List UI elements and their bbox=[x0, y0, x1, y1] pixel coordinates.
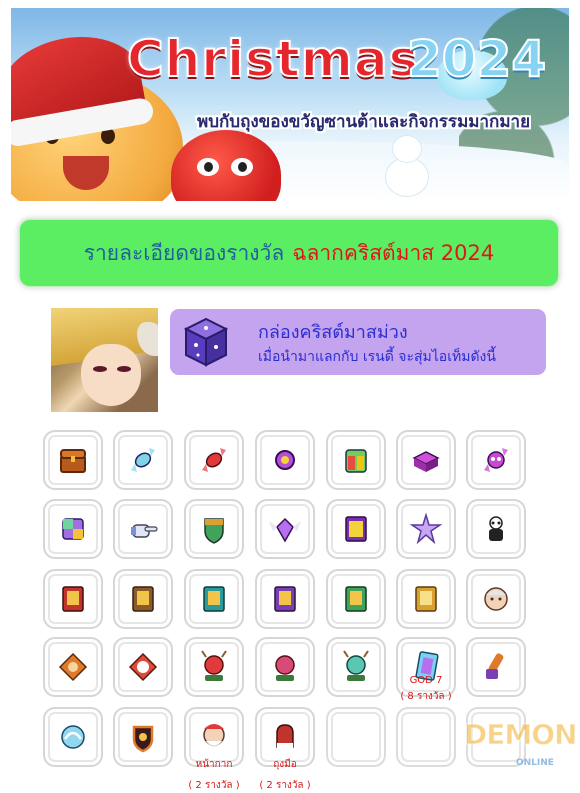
reward-slot bbox=[255, 569, 315, 629]
empty-reward-slot bbox=[326, 707, 386, 767]
treasure-chest-icon bbox=[60, 449, 86, 473]
green-book-icon bbox=[345, 586, 367, 612]
santa-mask-icon bbox=[203, 724, 225, 747]
item-info-box: กล่องคริสต์มาสม่วง เมื่อนำมาแลกกับ เรนดี… bbox=[170, 309, 546, 375]
crystal-star-icon bbox=[409, 512, 443, 545]
exp-card-icon bbox=[345, 516, 367, 542]
reward-slot bbox=[43, 707, 103, 767]
logo-text: DEMON bbox=[463, 718, 577, 752]
reward-caption: ถุงมือ ( 2 รางวัล ) bbox=[245, 757, 325, 793]
banner-title: Christmas bbox=[126, 29, 420, 89]
reindeer-hat-2024-icon bbox=[201, 650, 227, 681]
winged-gem-icon bbox=[269, 517, 301, 543]
reward-slot bbox=[255, 499, 315, 559]
reward-caption-line: ( 8 รางวัล ) bbox=[400, 691, 452, 702]
banner-year: 2024 bbox=[406, 29, 547, 89]
potion-set-icon bbox=[345, 449, 367, 473]
reward-caption: หน้ากาก ( 2 รางวัล ) bbox=[174, 757, 254, 793]
reward-caption-line: ( 2 รางวัล ) bbox=[188, 780, 240, 791]
demon-online-logo: DEMON ONLINE bbox=[463, 712, 577, 778]
empty-reward-slot bbox=[396, 707, 456, 767]
reward-caption: GOD 7 ( 8 รางวัล ) bbox=[386, 675, 466, 704]
white-diamond-badge-icon bbox=[128, 652, 158, 682]
reward-slot bbox=[43, 430, 103, 490]
character-portrait bbox=[51, 308, 158, 412]
item-name: กล่องคริสต์มาสม่วง bbox=[258, 322, 408, 343]
reward-slot bbox=[43, 499, 103, 559]
reward-slot bbox=[466, 499, 526, 559]
reward-slot bbox=[326, 499, 386, 559]
fire-shield-icon bbox=[132, 725, 154, 753]
reward-slot bbox=[184, 499, 244, 559]
reward-slot bbox=[326, 637, 386, 697]
reward-slot bbox=[255, 430, 315, 490]
reward-caption-line: ถุงมือ bbox=[273, 759, 297, 770]
blue-dragon-orb-icon bbox=[61, 725, 85, 749]
candy-blue-icon bbox=[131, 448, 155, 472]
item-description: เมื่อนำมาแลกกับ เรนดี้ จะสุ่มไอเท็มดังนี… bbox=[258, 349, 496, 365]
teal-book-icon bbox=[203, 586, 225, 612]
reward-slot bbox=[184, 637, 244, 697]
reward-slot bbox=[184, 569, 244, 629]
reward-slot bbox=[396, 430, 456, 490]
banner-tagline: พบกับถุงของขวัญซานต้าและกิจกรรมมากมาย bbox=[197, 112, 531, 132]
gold-book-icon bbox=[415, 586, 437, 612]
reward-slot bbox=[113, 569, 173, 629]
gift-box-purple-icon bbox=[412, 451, 440, 472]
elder-face-icon bbox=[484, 587, 508, 611]
purple-christmas-box-icon bbox=[183, 317, 229, 367]
panda-costume-icon bbox=[489, 516, 503, 541]
skull-candy-icon bbox=[484, 448, 508, 472]
candy-red-icon bbox=[202, 448, 226, 472]
reward-caption-line: หน้ากาก bbox=[195, 759, 233, 770]
reward-slot bbox=[396, 499, 456, 559]
reward-slot bbox=[396, 569, 456, 629]
reward-slot bbox=[326, 430, 386, 490]
reward-slot bbox=[113, 637, 173, 697]
orange-diamond-badge-icon bbox=[58, 652, 88, 682]
green-shield-icon bbox=[204, 518, 224, 544]
reward-slot bbox=[43, 569, 103, 629]
purple-orb-icon bbox=[275, 450, 295, 470]
reward-slot bbox=[326, 569, 386, 629]
reward-slot bbox=[184, 430, 244, 490]
reward-slot bbox=[466, 569, 526, 629]
reward-slot bbox=[113, 499, 173, 559]
logo-subtext: ONLINE bbox=[516, 758, 554, 768]
pointing-glove-icon bbox=[131, 524, 158, 538]
purple-book-icon bbox=[274, 586, 296, 612]
reward-caption-line: GOD 7 bbox=[409, 675, 443, 686]
red-mitten-icon bbox=[276, 724, 294, 749]
brown-book-icon bbox=[132, 586, 154, 612]
heading-text: รายละเอียดของรางวัล bbox=[83, 240, 285, 265]
snowman bbox=[384, 136, 430, 196]
event-banner: Christmas 2024 พบกับถุงของขวัญซานต้าและก… bbox=[11, 8, 569, 201]
heading-highlight: ฉลากคริสต์มาส 2024 bbox=[292, 240, 495, 265]
reward-caption-line: ( 2 รางวัล ) bbox=[259, 780, 311, 791]
santa-hat-2024-icon bbox=[275, 655, 295, 681]
reward-slot bbox=[43, 637, 103, 697]
rainbow-box-icon bbox=[62, 518, 84, 540]
green-hat-2024-icon bbox=[343, 650, 369, 681]
reward-slot bbox=[113, 707, 173, 767]
reward-slot bbox=[466, 637, 526, 697]
reward-slot bbox=[255, 637, 315, 697]
rainbow-bat-icon bbox=[486, 653, 504, 679]
reward-slot bbox=[466, 430, 526, 490]
reward-slot bbox=[113, 430, 173, 490]
red-book-icon bbox=[62, 586, 84, 612]
reward-details-heading: รายละเอียดของรางวัล ฉลากคริสต์มาส 2024 bbox=[20, 220, 558, 286]
